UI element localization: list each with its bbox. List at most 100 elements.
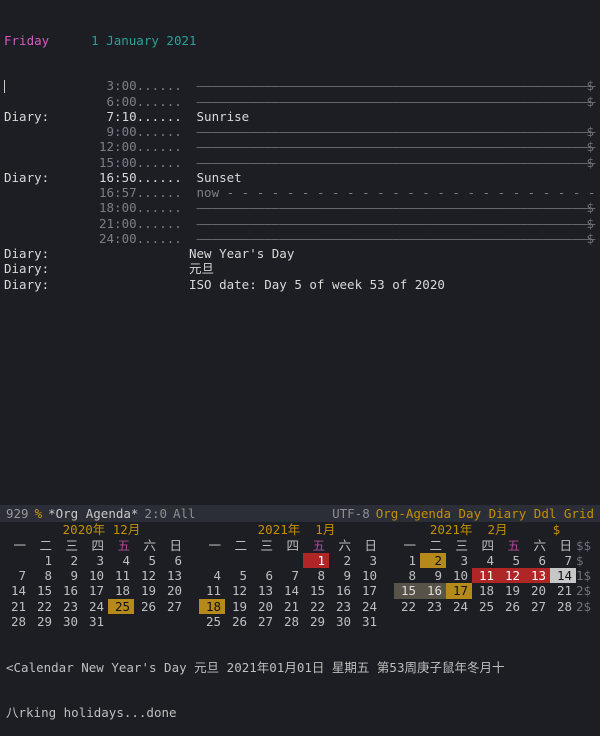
calendar-day-cell[interactable]: 18	[472, 583, 498, 598]
calendar-day-cell[interactable]: 26	[225, 614, 251, 629]
calendar-day-cell[interactable]: 31	[82, 614, 108, 629]
calendar-day-cell[interactable]: 18	[199, 599, 225, 614]
calendar-day-cell[interactable]: 22	[394, 599, 420, 614]
calendar-day-cell[interactable]: 28	[277, 614, 303, 629]
calendar-day-cell[interactable]: 1	[394, 553, 420, 568]
calendar-day-cell[interactable]: 5	[225, 568, 251, 583]
calendar-day-cell[interactable]: 8	[30, 568, 56, 583]
agenda-modeline[interactable]: 929 % *Org Agenda* 2:0 All UTF-8 Org-Age…	[0, 505, 600, 522]
calendar-day-cell[interactable]: 14	[550, 568, 576, 583]
calendar-day-cell[interactable]: 29	[30, 614, 56, 629]
calendar-day-cell[interactable]: 12	[134, 568, 160, 583]
calendar-day-cell[interactable]: 19	[225, 599, 251, 614]
calendar-day-cell[interactable]: 2	[329, 553, 355, 568]
agenda-row[interactable]: Diary:ISO date: Day 5 of week 53 of 2020	[4, 277, 596, 292]
calendar-day-cell[interactable]: 2	[56, 553, 82, 568]
calendar-day-cell[interactable]: 20	[160, 583, 186, 598]
calendar-day-cell[interactable]: 22	[303, 599, 329, 614]
calendar-day-cell[interactable]: 11	[199, 583, 225, 598]
calendar-day-cell[interactable]: 17	[355, 583, 381, 598]
calendar-day-cell[interactable]: 14	[277, 583, 303, 598]
calendar-day-cell[interactable]: 3	[355, 553, 381, 568]
calendar-day-cell[interactable]: 5	[134, 553, 160, 568]
calendar-day-cell[interactable]: 12	[498, 568, 524, 583]
calendar-day-cell[interactable]: 14	[4, 583, 30, 598]
agenda-row[interactable]: 9:00...... —————————————————————————————…	[4, 124, 596, 139]
calendar-day-cell[interactable]: 11	[108, 568, 134, 583]
agenda-row[interactable]: Diary: 7:10...... Sunrise	[4, 109, 596, 124]
calendar-day-cell[interactable]: 12	[225, 583, 251, 598]
agenda-row[interactable]: Diary:New Year's Day	[4, 246, 596, 261]
calendar-day-cell[interactable]: 13	[160, 568, 186, 583]
calendar-day-cell[interactable]: 17	[446, 583, 472, 598]
calendar-day-cell[interactable]: 21	[4, 599, 30, 614]
calendar-day-cell[interactable]: 6	[524, 553, 550, 568]
calendar-day-cell[interactable]: 3	[446, 553, 472, 568]
calendar-day-cell[interactable]: 31	[355, 614, 381, 629]
calendar-day-cell[interactable]: 7	[4, 568, 30, 583]
calendar-day-cell[interactable]: 1	[30, 553, 56, 568]
calendar-day-cell[interactable]: 28	[4, 614, 30, 629]
calendar-day-cell[interactable]: 8	[303, 568, 329, 583]
calendar-day-cell[interactable]: 24	[355, 599, 381, 614]
calendar-day-cell[interactable]: 8	[394, 568, 420, 583]
calendar-day-cell[interactable]: 4	[199, 568, 225, 583]
agenda-row[interactable]: 12:00...... ————————————————————————————…	[4, 139, 596, 154]
calendar-day-cell[interactable]: 11	[472, 568, 498, 583]
calendar-day-cell[interactable]: 6	[251, 568, 277, 583]
calendar-day-cell[interactable]: 25	[108, 599, 134, 614]
calendar-day-cell[interactable]: 15	[394, 583, 420, 598]
calendar-day-cell[interactable]: 26	[498, 599, 524, 614]
calendar-day-cell[interactable]: 19	[498, 583, 524, 598]
agenda-row[interactable]: 6:00...... —————————————————————————————…	[4, 94, 596, 109]
calendar-day-cell[interactable]: 27	[251, 614, 277, 629]
calendar-day-cell[interactable]: 27	[524, 599, 550, 614]
calendar-day-cell[interactable]: 5	[498, 553, 524, 568]
calendar-day-cell[interactable]: 2	[420, 553, 446, 568]
calendar-day-cell[interactable]: 4	[108, 553, 134, 568]
calendar-day-cell[interactable]: 30	[56, 614, 82, 629]
agenda-row[interactable]: 24:00...... ————————————————————————————…	[4, 231, 596, 246]
agenda-row[interactable]: 15:00...... ————————————————————————————…	[4, 155, 596, 170]
calendar-day-cell[interactable]: 20	[524, 583, 550, 598]
calendar-day-cell[interactable]: 23	[420, 599, 446, 614]
calendar-day-cell[interactable]: 22	[30, 599, 56, 614]
calendar-day-cell[interactable]: 3	[82, 553, 108, 568]
calendar-day-cell[interactable]: 13	[524, 568, 550, 583]
calendar-day-cell[interactable]: 19	[134, 583, 160, 598]
calendar-day-cell[interactable]: 13	[251, 583, 277, 598]
calendar-day-cell[interactable]: 10	[82, 568, 108, 583]
calendar-day-cell[interactable]: 6	[160, 553, 186, 568]
calendar-day-cell[interactable]: 24	[82, 599, 108, 614]
calendar-pane[interactable]: 2020年 12月一二三四五六日 12345678910111213141516…	[0, 522, 600, 629]
calendar-day-cell[interactable]: 4	[472, 553, 498, 568]
calendar-day-cell[interactable]: 1	[303, 553, 329, 568]
calendar-day-cell[interactable]: 21	[277, 599, 303, 614]
calendar-day-cell[interactable]: 20	[251, 599, 277, 614]
calendar-day-cell[interactable]: 23	[56, 599, 82, 614]
agenda-row[interactable]: 3:00...... —————————————————————————————…	[4, 78, 596, 93]
calendar-day-cell[interactable]: 30	[329, 614, 355, 629]
calendar-day-cell[interactable]: 7	[550, 553, 576, 568]
agenda-row[interactable]: Diary:元旦	[4, 261, 596, 276]
calendar-day-cell[interactable]: 27	[160, 599, 186, 614]
agenda-row[interactable]: 16:57...... now - - - - - - - - - - - - …	[4, 185, 596, 200]
calendar-day-cell[interactable]: 15	[30, 583, 56, 598]
agenda-row[interactable]: 18:00...... ————————————————————————————…	[4, 200, 596, 215]
agenda-row[interactable]: 21:00...... ————————————————————————————…	[4, 216, 596, 231]
calendar-day-cell[interactable]: 16	[56, 583, 82, 598]
calendar-day-cell[interactable]: 23	[329, 599, 355, 614]
calendar-day-cell[interactable]: 16	[329, 583, 355, 598]
calendar-day-cell[interactable]: 15	[303, 583, 329, 598]
calendar-day-cell[interactable]: 17	[82, 583, 108, 598]
calendar-day-cell[interactable]: 26	[134, 599, 160, 614]
calendar-day-cell[interactable]: 9	[420, 568, 446, 583]
calendar-day-cell[interactable]: 18	[108, 583, 134, 598]
calendar-day-cell[interactable]: 16	[420, 583, 446, 598]
calendar-day-cell[interactable]: 21	[550, 583, 576, 598]
calendar-day-cell[interactable]: 10	[446, 568, 472, 583]
calendar-day-cell[interactable]: 10	[355, 568, 381, 583]
calendar-day-cell[interactable]: 9	[329, 568, 355, 583]
agenda-row[interactable]: Diary:16:50...... Sunset	[4, 170, 596, 185]
calendar-day-cell[interactable]: 25	[472, 599, 498, 614]
